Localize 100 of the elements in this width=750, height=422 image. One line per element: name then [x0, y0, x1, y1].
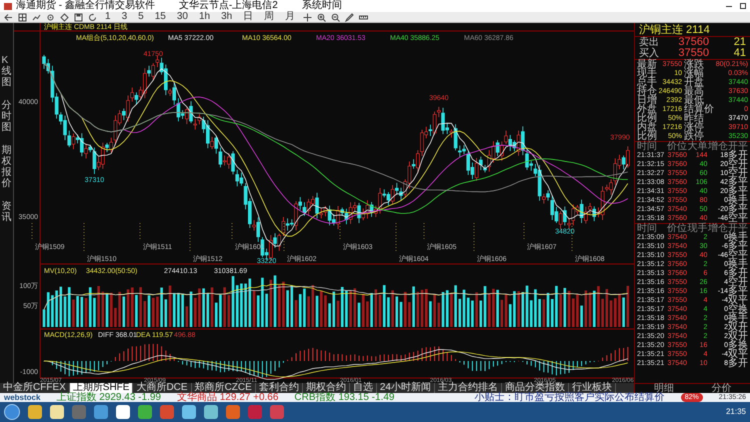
column-header: 开平 — [728, 224, 748, 233]
zoom-out-icon[interactable] — [331, 12, 340, 22]
period-button[interactable]: 3h — [218, 12, 236, 22]
gear-icon[interactable] — [46, 12, 55, 22]
trade-type: 空开 — [728, 169, 748, 178]
trade-type: 多平 — [728, 205, 748, 214]
stat-label: 比例 — [637, 132, 657, 141]
trade-type: 双开 — [728, 332, 748, 341]
trade-type: 多平 — [728, 178, 748, 187]
trade-type: 换手 — [728, 314, 748, 323]
trade-type: 双平 — [728, 350, 748, 359]
period-button[interactable]: 周 — [261, 12, 278, 22]
start-button[interactable] — [4, 404, 20, 420]
index-quote: 文华商品 129.27 +0.66 — [176, 393, 278, 402]
save-icon[interactable] — [74, 12, 83, 22]
back-arrow-icon[interactable] — [4, 12, 13, 22]
taskbar-app-icon[interactable] — [182, 405, 196, 419]
trade-type: 空平 — [728, 251, 748, 260]
period-button[interactable]: 1h — [196, 12, 214, 22]
trade-type: 多平 — [728, 287, 748, 296]
taskbar-app-icon[interactable] — [116, 405, 130, 419]
stat-label: 外盘 — [637, 105, 657, 114]
stat-label: 结算价 — [683, 105, 714, 114]
quote-label: 买入 — [639, 48, 660, 59]
side-tab[interactable]: 资讯 — [2, 201, 12, 223]
quote-label: 卖出 — [639, 37, 660, 48]
taskbar-clock: 21:35 — [726, 406, 746, 418]
trade-type: 多换 — [728, 341, 748, 350]
trade-type: 换手 — [728, 260, 748, 269]
trade-type: 空开 — [728, 278, 748, 287]
taskbar-app-icon[interactable] — [28, 405, 42, 419]
stat-label: 持仓 — [637, 87, 657, 96]
column-header: 价位 — [666, 142, 687, 151]
trade-type: 换手 — [728, 196, 748, 205]
period-button[interactable]: 日 — [240, 12, 256, 22]
taskbar-app-icon[interactable] — [50, 405, 64, 419]
stat-label: 涨停 — [683, 123, 705, 132]
column-header: 增仓 — [708, 142, 728, 151]
trade-type: 空换 — [728, 305, 748, 314]
contract-title: 沪铜主连 2114 — [635, 23, 750, 37]
zoom-in-icon[interactable] — [317, 12, 326, 22]
trade-type: 多开 — [728, 269, 748, 278]
refresh-icon[interactable] — [88, 12, 97, 22]
index-quote: CRB指数 193.15 -1.49 — [294, 393, 394, 402]
period-button[interactable]: 30 — [174, 12, 191, 22]
stat-label: 最低 — [683, 96, 704, 105]
column-header: 现手 — [686, 224, 708, 233]
trade-type: 空开 — [728, 160, 748, 169]
column-header: 时间 — [637, 142, 658, 151]
period-button[interactable]: 3 — [118, 12, 130, 22]
side-tab[interactable]: 期权报价 — [2, 145, 12, 189]
brand-logo: webstock — [4, 393, 40, 402]
stat-label: 涨跌 — [683, 60, 705, 69]
ruler-icon[interactable] — [359, 12, 368, 22]
trade-type: 多开 — [728, 359, 748, 368]
trade-type: 换手 — [728, 233, 748, 242]
period-button[interactable]: 月 — [282, 12, 298, 22]
line-chart-icon[interactable] — [32, 12, 41, 22]
quote-volume: 21 — [732, 37, 746, 48]
tip-text: 小贴士：盯市盈亏按照客户实际公布结算价 — [474, 393, 665, 402]
stat-label: 昨结 — [683, 114, 704, 123]
index-quote: 上证指数 2929.43 -1.99 — [56, 393, 161, 402]
panel-tab[interactable]: 分价 — [711, 384, 732, 394]
column-header: 价位 — [666, 224, 687, 233]
trade-type: 空平 — [728, 214, 748, 223]
trade-type: 多平 — [728, 187, 748, 196]
trade-type: 多开 — [728, 151, 748, 160]
stat-label: 跌停 — [684, 132, 704, 141]
diamond-icon[interactable] — [60, 12, 69, 22]
stat-label: 现手 — [637, 69, 657, 78]
app-logo-icon — [4, 2, 12, 10]
pencil-icon[interactable] — [345, 12, 354, 22]
quote-price: 37560 — [677, 37, 709, 48]
trade-type: 多平 — [728, 242, 748, 251]
column-header: 时间 — [637, 224, 658, 233]
quote-price: 37550 — [677, 48, 709, 59]
period-button[interactable]: 5 — [135, 12, 147, 22]
panel-tab[interactable]: 明细 — [654, 384, 674, 394]
side-tab[interactable]: 分时图 — [2, 100, 12, 133]
grid-icon[interactable] — [18, 12, 27, 22]
stat-label: 比例 — [637, 114, 657, 123]
trade-type: 双开 — [728, 323, 748, 332]
trade-type: 双平 — [728, 296, 748, 305]
stat-label: 涨幅 — [683, 69, 705, 78]
stat-label: 内盘 — [637, 123, 657, 132]
stat-label: 最新 — [637, 60, 657, 69]
quote-volume: 41 — [732, 48, 746, 59]
period-button[interactable]: 1 — [102, 12, 114, 22]
stat-label: 最高 — [683, 87, 705, 96]
taskbar-app-icon[interactable] — [204, 405, 218, 419]
column-header: 大单 — [686, 142, 708, 151]
maximize-icon[interactable] — [740, 3, 746, 9]
exchange-tab[interactable]: 上期所SHFE — [70, 383, 134, 393]
stat-label: 日增 — [637, 96, 657, 105]
stat-label: 开盘 — [683, 78, 705, 87]
crosshair-icon[interactable] — [303, 12, 312, 22]
column-header: 增仓 — [707, 224, 728, 233]
side-tab[interactable]: K线图 — [2, 55, 12, 88]
stat-label: 总手 — [637, 78, 657, 87]
period-button[interactable]: 15 — [152, 12, 169, 22]
